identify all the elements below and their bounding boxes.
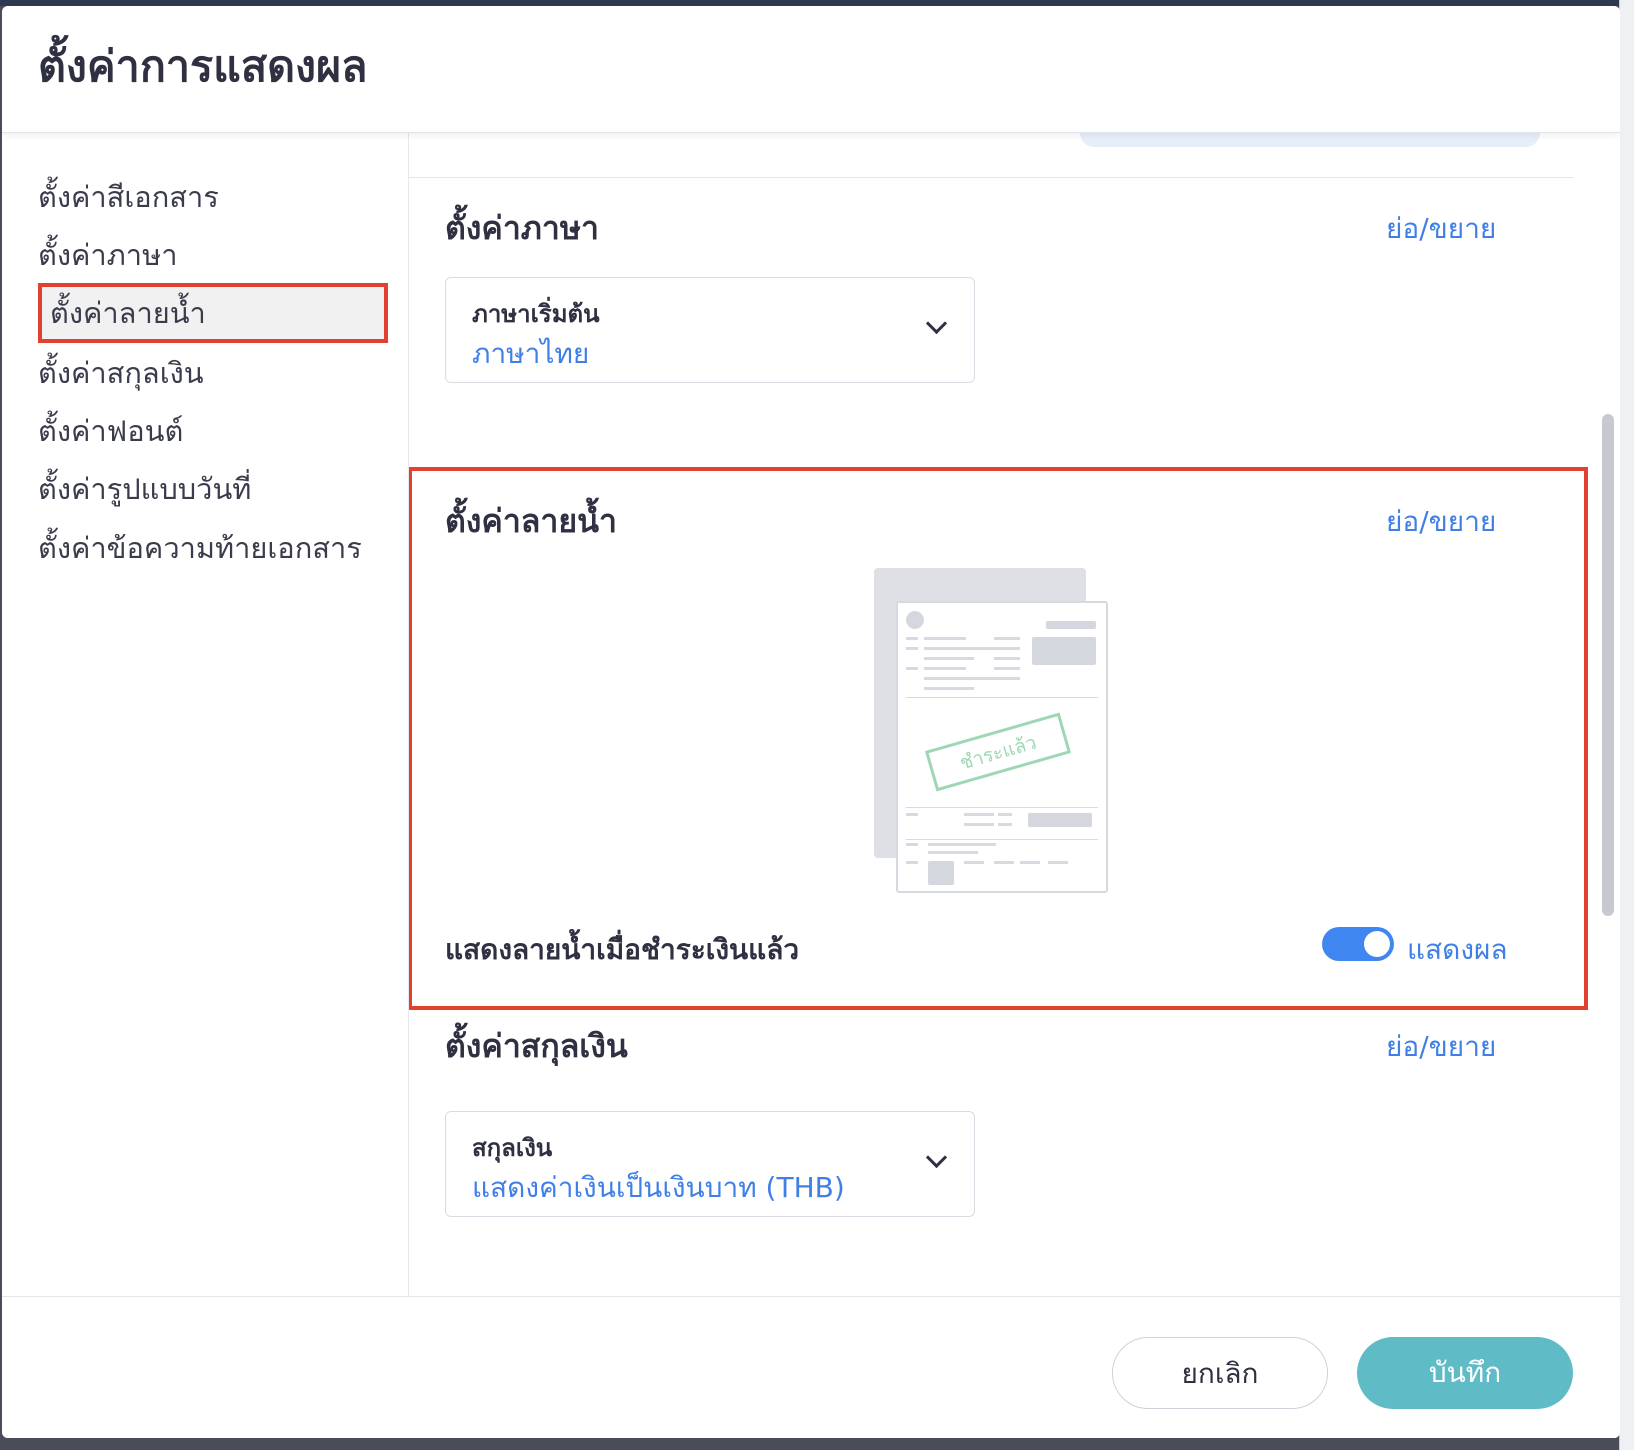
show-watermark-toggle[interactable] (1322, 927, 1394, 961)
sidebar-item-watermark[interactable]: ตั้งค่าลายน้ำ (38, 283, 388, 343)
currency-section-title: ตั้งค่าสกุลเงิน (445, 1027, 628, 1065)
settings-sidebar: ตั้งค่าสีเอกสาร ตั้งค่าภาษา ตั้งค่าลายน้… (2, 133, 409, 1296)
watermark-preview-image: ชำระแล้ว (874, 568, 1110, 898)
settings-content: ตั้งค่าภาษา ย่อ/ขยาย ภาษาเริ่มต้น ภาษาไท… (409, 133, 1620, 1296)
default-language-select[interactable]: ภาษาเริ่มต้น ภาษาไทย (445, 277, 975, 383)
language-section-title: ตั้งค่าภาษา (445, 209, 599, 247)
sidebar-item-date-format[interactable]: ตั้งค่ารูปแบบวันที่ (38, 459, 388, 519)
watermark-section-title: ตั้งค่าลายน้ำ (445, 502, 617, 540)
currency-collapse-toggle[interactable]: ย่อ/ขยาย (1386, 1025, 1496, 1069)
display-settings-dialog: ตั้งค่าการแสดงผล ตั้งค่าสีเอกสาร ตั้งค่า… (2, 6, 1620, 1438)
sidebar-item-footer-text[interactable]: ตั้งค่าข้อความท้ายเอกสาร (38, 518, 388, 578)
default-language-value: ภาษาไทย (472, 337, 590, 370)
background-page-edge (1619, 0, 1634, 1450)
show-watermark-status: แสดงผล (1407, 933, 1508, 966)
previous-section-field (1080, 133, 1540, 147)
sidebar-item-language[interactable]: ตั้งค่าภาษา (38, 225, 388, 285)
language-collapse-toggle[interactable]: ย่อ/ขยาย (1386, 207, 1496, 251)
currency-value: แสดงค่าเงินเป็นเงินบาท (THB) (472, 1171, 845, 1204)
document-front-sheet: ชำระแล้ว (896, 601, 1108, 893)
chevron-down-icon (925, 312, 948, 335)
sidebar-item-font[interactable]: ตั้งค่าฟอนต์ (38, 401, 388, 461)
content-scrollbar[interactable] (1602, 414, 1614, 916)
dialog-footer: ยกเลิก บันทึก (2, 1296, 1620, 1438)
dialog-header: ตั้งค่าการแสดงผล (2, 6, 1620, 133)
save-button[interactable]: บันทึก (1357, 1337, 1573, 1409)
cancel-button[interactable]: ยกเลิก (1112, 1337, 1328, 1409)
sidebar-item-currency[interactable]: ตั้งค่าสกุลเงิน (38, 343, 388, 403)
dialog-title: ตั้งค่าการแสดงผล (38, 42, 368, 92)
section-divider (409, 177, 1574, 178)
currency-label: สกุลเงิน (472, 1134, 553, 1162)
show-watermark-when-paid-label: แสดงลายน้ำเมื่อชำระเงินแล้ว (445, 933, 800, 966)
sidebar-item-document-color[interactable]: ตั้งค่าสีเอกสาร (38, 167, 388, 227)
default-language-label: ภาษาเริ่มต้น (472, 300, 600, 328)
watermark-collapse-toggle[interactable]: ย่อ/ขยาย (1386, 500, 1496, 544)
paid-stamp: ชำระแล้ว (924, 712, 1072, 792)
currency-select[interactable]: สกุลเงิน แสดงค่าเงินเป็นเงินบาท (THB) (445, 1111, 975, 1217)
toggle-knob (1364, 931, 1390, 957)
chevron-down-icon (925, 1146, 948, 1169)
